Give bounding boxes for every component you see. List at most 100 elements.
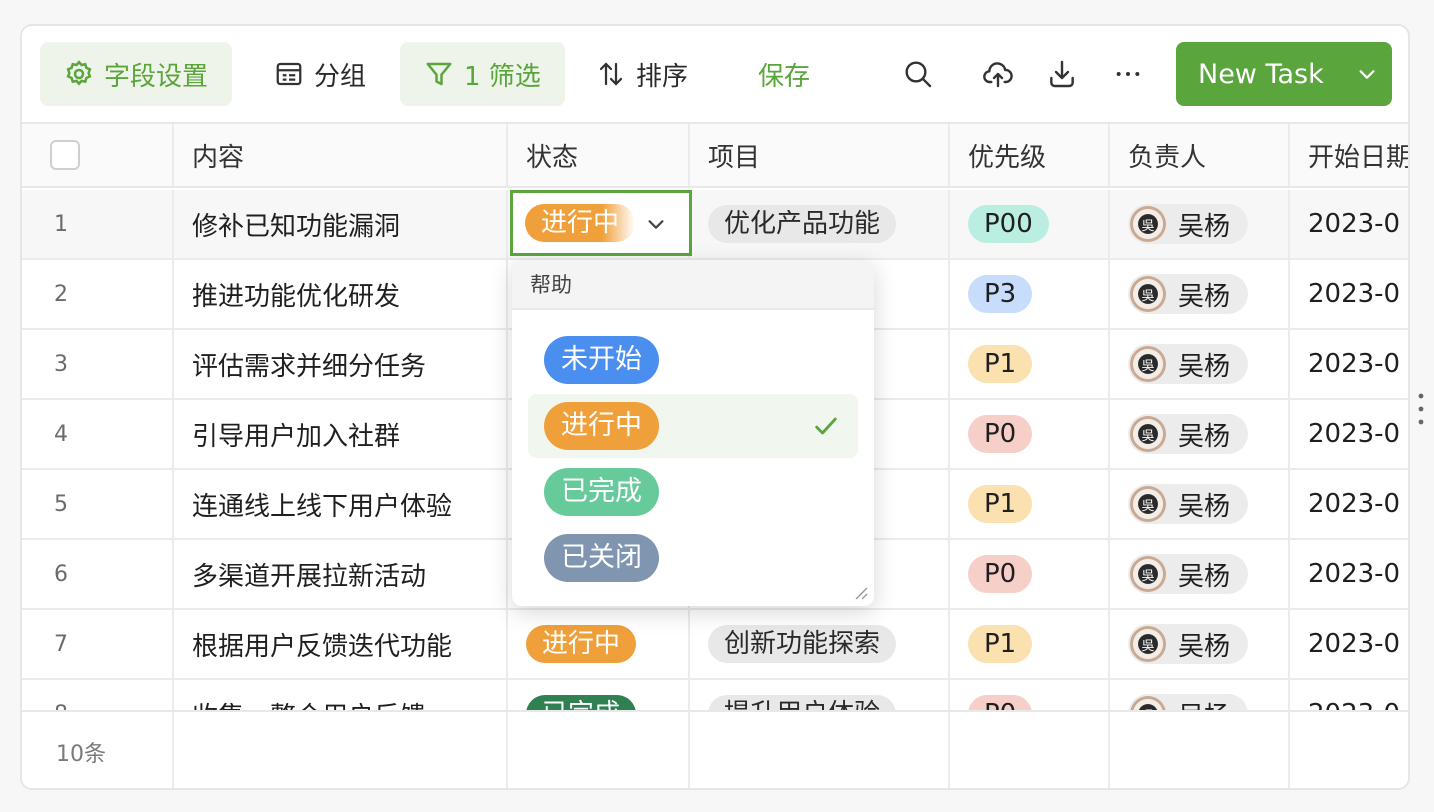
priority-pill: P1	[968, 485, 1033, 523]
status-cell[interactable]: 已完成	[508, 680, 690, 712]
download-icon	[1050, 60, 1074, 88]
chevron-down-icon	[1359, 70, 1375, 79]
priority-cell[interactable]: P0	[950, 680, 1110, 712]
table-row[interactable]: 1 修补已知功能漏洞 优化产品功能 P00 吳吴杨 2023-0	[22, 190, 1408, 260]
content-cell[interactable]: 引导用户加入社群	[174, 400, 508, 468]
start-date-cell[interactable]: 2023-0	[1290, 680, 1408, 712]
avatar: 吳	[1130, 486, 1166, 522]
new-task-button[interactable]: New Task	[1176, 42, 1392, 106]
start-date-cell[interactable]: 2023-0	[1290, 610, 1408, 678]
content-cell[interactable]: 评估需求并细分任务	[174, 330, 508, 398]
toolbar: 字段设置 分组 1 筛选 排序 保存 New Task	[22, 26, 1408, 122]
status-pill: 进行中	[526, 625, 637, 663]
more-icon	[1116, 72, 1140, 76]
filter-button[interactable]: 1 筛选	[400, 42, 565, 106]
row-number: 5	[22, 470, 174, 538]
column-header-project[interactable]: 项目	[690, 124, 950, 186]
new-task-label: New Task	[1198, 58, 1324, 90]
start-date-cell[interactable]: 2023-0	[1290, 260, 1408, 328]
column-header-priority[interactable]: 优先级	[950, 124, 1110, 186]
column-header-status[interactable]: 状态	[508, 124, 690, 186]
content-cell[interactable]: 修补已知功能漏洞	[174, 190, 508, 258]
table-footer: 10条	[22, 710, 1408, 788]
content-cell[interactable]: 连通线上线下用户体验	[174, 470, 508, 538]
priority-cell[interactable]: P1	[950, 470, 1110, 538]
avatar: 吳	[1130, 276, 1166, 312]
footer-cell	[950, 712, 1110, 788]
chevron-down-icon[interactable]	[645, 213, 667, 235]
row-number: 8	[22, 680, 174, 712]
status-cell[interactable]: 进行中	[508, 610, 690, 678]
avatar: 吳	[1130, 206, 1166, 242]
group-button[interactable]: 分组	[250, 42, 390, 106]
row-number: 2	[22, 260, 174, 328]
sort-button[interactable]: 排序	[572, 42, 712, 106]
priority-pill: P3	[968, 275, 1033, 313]
start-date-cell[interactable]: 2023-0	[1290, 540, 1408, 608]
owner-cell[interactable]: 吳吴杨	[1110, 330, 1290, 398]
table-row[interactable]: 7 根据用户反馈迭代功能 进行中 创新功能探索 P1 吳吴杨 2023-0	[22, 610, 1408, 680]
content-cell[interactable]: 推进功能优化研发	[174, 260, 508, 328]
owner-cell[interactable]: 吳吴杨	[1110, 680, 1290, 712]
column-header-owner[interactable]: 负责人	[1110, 124, 1290, 186]
owner-cell[interactable]: 吳吴杨	[1110, 540, 1290, 608]
priority-cell[interactable]: P00	[950, 190, 1110, 258]
status-option-done[interactable]: 已完成	[528, 460, 858, 524]
owner-cell[interactable]: 吳吴杨	[1110, 400, 1290, 468]
content-cell[interactable]: 根据用户反馈迭代功能	[174, 610, 508, 678]
status-editor-value: 进行中	[525, 204, 636, 242]
owner-cell[interactable]: 吳吴杨	[1110, 190, 1290, 258]
field-settings-button[interactable]: 字段设置	[40, 42, 233, 106]
field-settings-label: 字段设置	[104, 61, 209, 92]
option-pill: 已完成	[544, 468, 659, 516]
project-cell[interactable]: 提升用户体验	[690, 680, 950, 712]
priority-pill: P1	[968, 625, 1033, 663]
owner-cell[interactable]: 吳吴杨	[1110, 610, 1290, 678]
download-button[interactable]	[1044, 56, 1080, 92]
owner-chip: 吳吴杨	[1128, 624, 1249, 664]
status-option-in-progress[interactable]: 进行中	[528, 394, 858, 458]
start-date-cell[interactable]: 2023-0	[1290, 400, 1408, 468]
owner-name: 吴杨	[1178, 211, 1231, 242]
save-button[interactable]: 保存	[734, 42, 834, 106]
more-button[interactable]	[1110, 56, 1146, 92]
search-button[interactable]	[900, 56, 936, 92]
priority-pill: P1	[968, 345, 1033, 383]
select-all-checkbox[interactable]	[50, 140, 80, 170]
resize-handle-icon[interactable]	[852, 584, 868, 600]
priority-cell[interactable]: P0	[950, 400, 1110, 468]
owner-name: 吴杨	[1178, 421, 1231, 452]
sort-label: 排序	[636, 61, 689, 92]
owner-cell[interactable]: 吳吴杨	[1110, 260, 1290, 328]
priority-cell[interactable]: P1	[950, 330, 1110, 398]
start-date-cell[interactable]: 2023-0	[1290, 190, 1408, 258]
start-date-cell[interactable]: 2023-0	[1290, 470, 1408, 538]
content-cell[interactable]: 多渠道开展拉新活动	[174, 540, 508, 608]
avatar: 吳	[1130, 626, 1166, 662]
start-date-cell[interactable]: 2023-0	[1290, 330, 1408, 398]
priority-cell[interactable]: P1	[950, 610, 1110, 678]
filter-icon	[426, 62, 452, 86]
owner-cell[interactable]: 吳吴杨	[1110, 470, 1290, 538]
status-cell-editor[interactable]: 进行中	[510, 190, 692, 256]
priority-cell[interactable]: P0	[950, 540, 1110, 608]
column-header-content[interactable]: 内容	[174, 124, 508, 186]
priority-pill: P0	[968, 415, 1033, 453]
priority-cell[interactable]: P3	[950, 260, 1110, 328]
new-task-dropdown-toggle[interactable]	[1342, 42, 1392, 106]
row-number: 7	[22, 610, 174, 678]
owner-name: 吴杨	[1178, 561, 1231, 592]
upload-button[interactable]	[980, 56, 1016, 92]
content-cell[interactable]: 收集、整合用户反馈	[174, 680, 508, 712]
project-cell[interactable]: 创新功能探索	[690, 610, 950, 678]
drag-grip-icon[interactable]	[1418, 392, 1424, 426]
footer-cell	[174, 712, 508, 788]
table-row[interactable]: 8收集、整合用户反馈已完成提升用户体验P0吳吴杨2023-0	[22, 680, 1408, 712]
owner-name: 吴杨	[1178, 631, 1231, 662]
row-number: 1	[22, 190, 174, 258]
status-option-closed[interactable]: 已关闭	[528, 526, 858, 590]
project-cell[interactable]: 优化产品功能	[690, 190, 950, 258]
column-header-start-date[interactable]: 开始日期	[1290, 124, 1408, 186]
filter-label: 1 筛选	[464, 61, 541, 92]
status-option-not-started[interactable]: 未开始	[528, 328, 858, 392]
